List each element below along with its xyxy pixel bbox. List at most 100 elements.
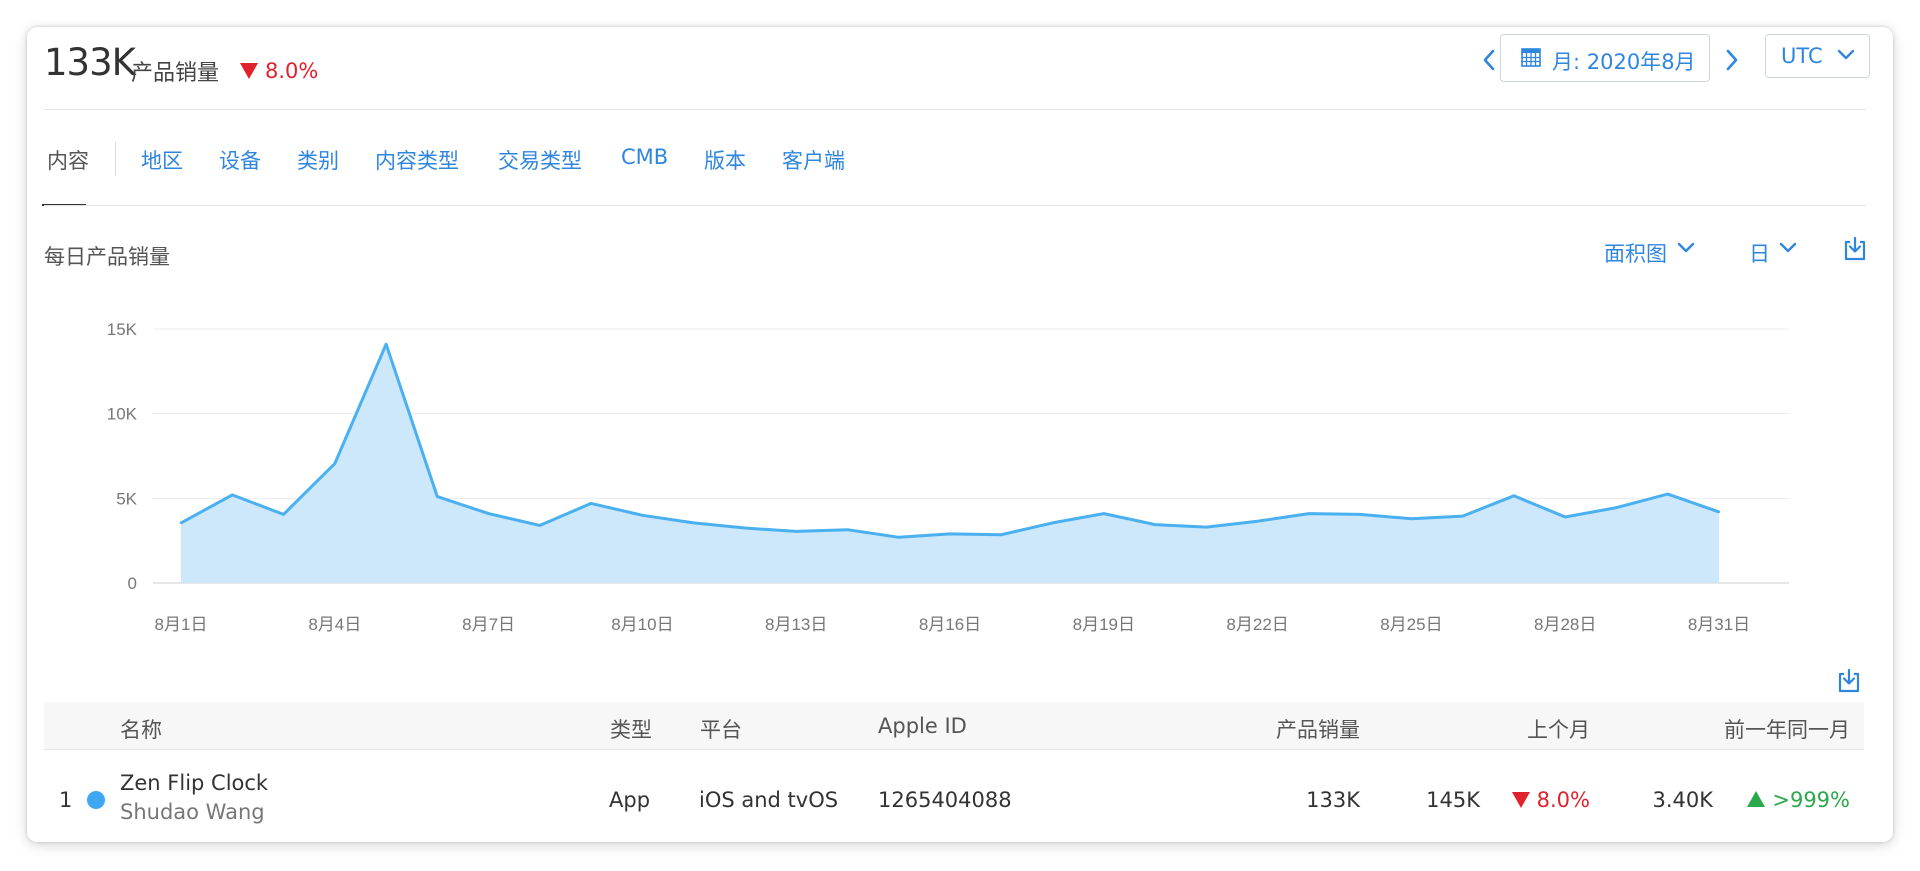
x-tick-label: 8月25日 bbox=[1380, 615, 1442, 634]
column-header-platform[interactable]: 平台 bbox=[700, 714, 742, 744]
data-point bbox=[1153, 523, 1157, 526]
timezone-select[interactable]: UTC bbox=[1765, 34, 1870, 78]
row-app-title[interactable]: Zen Flip Clock bbox=[120, 771, 268, 795]
up-triangle-icon bbox=[1747, 791, 1766, 807]
chevron-down-icon[interactable] bbox=[1675, 237, 1697, 259]
period-select[interactable]: 日 bbox=[1749, 238, 1770, 268]
y-tick-label: 15K bbox=[107, 320, 138, 339]
data-point bbox=[1256, 519, 1259, 523]
column-header-apple-id[interactable]: Apple ID bbox=[878, 714, 967, 738]
data-point bbox=[948, 532, 952, 536]
row-last-month-change: 8.0% bbox=[1511, 788, 1590, 812]
down-triangle-icon bbox=[1511, 792, 1530, 808]
row-last-month-change-value: 8.0% bbox=[1536, 788, 1590, 812]
x-tick-label: 8月16日 bbox=[919, 615, 981, 634]
tab-content[interactable]: 内容 bbox=[47, 145, 89, 175]
date-picker-label: 月: 2020年8月 bbox=[1552, 50, 1696, 74]
x-tick-label: 8月13日 bbox=[765, 615, 827, 634]
row-developer: Shudao Wang bbox=[120, 800, 265, 824]
chevron-down-icon[interactable] bbox=[1777, 237, 1799, 259]
y-axis-ticks: 0 5K 10K 15K bbox=[107, 320, 138, 593]
date-picker[interactable]: 月: 2020年8月 bbox=[1500, 34, 1710, 82]
x-tick-label: 8月7日 bbox=[462, 615, 515, 634]
row-last-month-value: 145K bbox=[1426, 788, 1480, 812]
y-tick-label: 10K bbox=[107, 405, 138, 424]
column-header-sales[interactable]: 产品销量 bbox=[1276, 714, 1360, 744]
tab-version[interactable]: 版本 bbox=[704, 145, 746, 175]
chart-title: 每日产品销量 bbox=[44, 245, 170, 269]
data-point bbox=[692, 521, 695, 525]
row-last-year-change-value: >999% bbox=[1772, 788, 1850, 812]
data-point bbox=[231, 493, 234, 497]
chart-area-layer bbox=[179, 342, 1721, 583]
y-tick-label: 0 bbox=[128, 574, 137, 593]
data-point bbox=[743, 526, 747, 530]
tab-category[interactable]: 类别 bbox=[297, 145, 339, 175]
row-sales: 133K bbox=[1306, 788, 1360, 812]
data-point bbox=[641, 514, 644, 517]
data-point bbox=[795, 530, 798, 533]
row-apple-id: 1265404088 bbox=[878, 788, 1012, 812]
column-header-last-month[interactable]: 上个月 bbox=[1527, 714, 1590, 744]
x-tick-label: 8月31日 bbox=[1688, 615, 1750, 634]
tabs-divider bbox=[44, 205, 1866, 206]
prev-month-button[interactable] bbox=[1478, 45, 1502, 75]
x-tick-label: 8月28日 bbox=[1534, 615, 1596, 634]
tab-device[interactable]: 设备 bbox=[219, 145, 261, 175]
y-tick-label: 5K bbox=[116, 489, 137, 508]
total-sales-value: 133K bbox=[44, 41, 136, 84]
download-icon[interactable] bbox=[1842, 236, 1868, 262]
data-point bbox=[1461, 514, 1464, 518]
tab-cmb[interactable]: CMB bbox=[621, 145, 668, 169]
tab-client[interactable]: 客户端 bbox=[782, 145, 845, 175]
tab-region[interactable]: 地区 bbox=[141, 145, 183, 175]
row-rank: 1 bbox=[59, 788, 73, 812]
x-tick-label: 8月19日 bbox=[1073, 615, 1135, 634]
data-point bbox=[538, 524, 542, 527]
data-point bbox=[1051, 521, 1054, 525]
data-point bbox=[1102, 512, 1106, 515]
table-header-divider bbox=[44, 749, 1864, 750]
x-axis-ticks: 8月1日 8月4日 8月7日 8月10日 8月13日 8月16日 8月19日 8月22日 8月2… bbox=[155, 615, 1751, 634]
data-point bbox=[846, 528, 849, 531]
data-point bbox=[1564, 515, 1567, 519]
column-header-type[interactable]: 类型 bbox=[610, 714, 652, 744]
chart-type-select[interactable]: 面积图 bbox=[1604, 238, 1667, 268]
data-point bbox=[487, 512, 490, 515]
chevron-right-icon bbox=[1726, 49, 1738, 71]
series-area bbox=[181, 344, 1719, 583]
data-point bbox=[1666, 492, 1669, 496]
data-point bbox=[1307, 512, 1311, 515]
x-tick-label: 8月4日 bbox=[308, 615, 361, 634]
tab-transaction-type[interactable]: 交易类型 bbox=[498, 145, 582, 175]
x-tick-label: 8月22日 bbox=[1226, 615, 1288, 634]
download-icon[interactable] bbox=[1836, 668, 1862, 694]
column-header-last-year[interactable]: 前一年同一月 bbox=[1724, 714, 1850, 744]
row-type: App bbox=[609, 788, 651, 812]
total-sales-change: 8.0% bbox=[240, 59, 318, 83]
row-last-year-change: >999% bbox=[1747, 788, 1850, 812]
data-point bbox=[1358, 513, 1362, 516]
data-point bbox=[436, 495, 439, 498]
x-tick-label: 8月1日 bbox=[155, 615, 208, 634]
series-line bbox=[180, 342, 1720, 539]
data-point bbox=[1000, 533, 1003, 536]
x-tick-label: 8月10日 bbox=[611, 615, 673, 634]
column-header-name[interactable]: 名称 bbox=[120, 714, 162, 744]
tab-content-type[interactable]: 内容类型 bbox=[375, 145, 459, 175]
data-point bbox=[897, 536, 900, 539]
data-point bbox=[589, 502, 593, 505]
tab-separator bbox=[115, 142, 116, 176]
total-sales-label: 产品销量 bbox=[131, 61, 220, 86]
next-month-button[interactable] bbox=[1719, 45, 1743, 75]
data-point bbox=[1615, 506, 1618, 509]
sales-card: 133K 产品销量 8.0% 月: 2020年8月 UTC 内容 地区 设备 类… bbox=[27, 27, 1893, 842]
data-point bbox=[384, 343, 388, 346]
down-triangle-icon bbox=[240, 63, 258, 79]
data-point bbox=[282, 513, 285, 516]
total-sales-change-value: 8.0% bbox=[265, 59, 319, 83]
header-divider bbox=[44, 109, 1866, 110]
data-point bbox=[1410, 517, 1413, 520]
chevron-left-icon bbox=[1483, 49, 1495, 71]
row-last-year-value: 3.40K bbox=[1652, 788, 1713, 812]
